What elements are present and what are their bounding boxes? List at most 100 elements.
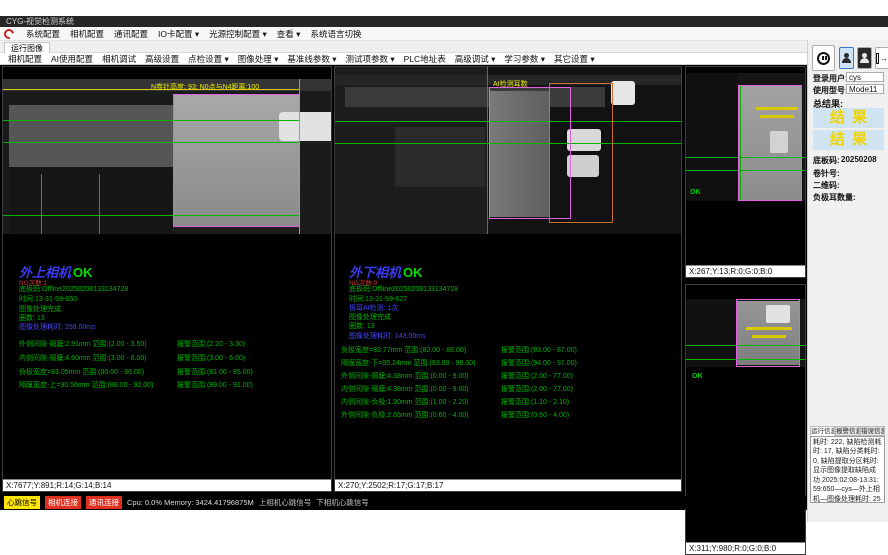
tool-learning-params[interactable]: 学习参数 ▾ [504, 53, 545, 65]
measurement-row: 外侧间隙-隔膜:4.38mm 范围:(0.00 - 9.00) 报警范围:(2.… [341, 371, 677, 381]
window-title: CYG-视觉检测系统 [6, 17, 74, 26]
user-login-button[interactable] [839, 47, 854, 69]
info-line: 圈数: 13 [349, 321, 375, 331]
menu-io-config[interactable]: IO卡配置 ▾ [158, 28, 199, 40]
middle-camera-image[interactable]: AI检测耳数 [335, 67, 681, 234]
tool-other-settings[interactable]: 其它设置 ▾ [554, 53, 595, 65]
log-tabs: 运行信息 报警信息 错误信息 [810, 426, 887, 436]
alarm-range: 报警范围:(3.00 - 6.00) [177, 353, 245, 363]
alarm-range: 报警范围:(89.00 - 91.00) [177, 380, 253, 390]
machine-body [686, 73, 738, 201]
roi-rect-orange [549, 83, 613, 223]
small-bottom-camera-view: OK X:311;Y:980;R:0;G:0;B:0 [685, 284, 806, 555]
tab-strip: 运行图像 [0, 41, 888, 53]
pause-icon [817, 52, 830, 65]
toolbar: 相机配置 AI使用配置 相机调试 高级设置 点检设置 ▾ 图像处理 ▾ 基准线参… [0, 53, 888, 65]
exit-button[interactable]: → [875, 47, 888, 69]
edge-line-vertical [487, 67, 488, 234]
log-tab-run[interactable]: 运行信息 [810, 426, 835, 436]
cyan-reference-line [299, 79, 300, 234]
tool-image-processing[interactable]: 图像处理 ▾ [238, 53, 279, 65]
small-top-camera-view: OK X:267;Y:13;R:0;G:0;B:0 [685, 66, 806, 278]
status-ok-mini: OK [690, 189, 701, 196]
lower-camera-heartbeat: 下相机心跳信号 [316, 497, 369, 508]
login-user-value[interactable]: cys [846, 72, 884, 82]
measurement-row: 外侧间隙-隔膜:2.91mm 范围:(2.00 - 3.50) 报警范围:(2.… [19, 339, 319, 349]
alarm-range: 报警范围:(0.60 - 4.00) [501, 410, 569, 420]
menu-view[interactable]: 查看 ▾ [277, 28, 301, 40]
left-camera-image[interactable]: N卷针高度: 93; N0点与N4距离:100 [3, 79, 331, 234]
pixel-coordinates: X:270;Y:2502;R:17;G:17;B:17 [335, 479, 681, 491]
machine-body [686, 299, 736, 367]
bottom-plate-value: 20250208 [841, 155, 877, 164]
tool-advanced-settings[interactable]: 高级设置 [145, 53, 179, 65]
right-control-panel: → 登录用户: cys 使用型号: Mode11 总结果: 结果 结果 底板码:… [807, 40, 888, 522]
info-line: 图像处理耗时: 143.00ms [349, 331, 426, 341]
roi-rect-pink [736, 299, 800, 367]
user-switch-button[interactable] [857, 47, 872, 69]
image-annotation: N卷针高度: 93; N0点与N4距离:100 [151, 82, 259, 92]
machine-detail [395, 127, 485, 187]
tool-plc-table[interactable]: PLC地址表 [404, 53, 446, 65]
cpu-memory-status: Cpu: 0.0% Memory: 3424.41796875M [127, 498, 254, 507]
alarm-range: 报警范围:(2.20 - 3.30) [177, 339, 245, 349]
image-annotation: AI检测耳数 [493, 79, 528, 89]
user-icon [841, 50, 852, 66]
camera-connection-badge: 相机连接 [45, 496, 81, 509]
needle-number-label: 卷针号: [813, 168, 840, 179]
tool-spot-check[interactable]: 点检设置 ▾ [188, 53, 229, 65]
log-tab-error[interactable]: 错误信息 [860, 426, 885, 436]
edge-line-vertical [41, 174, 42, 234]
small-top-image[interactable]: OK [686, 73, 805, 201]
bottom-plate-label: 底板码: [813, 155, 840, 166]
alarm-range: 报警范围:(83.00 - 87.00) [501, 345, 577, 355]
measurement-row: 隔膜宽度-下=95.24mm 范围:(93.00 - 98.00) 报警范围:(… [341, 358, 677, 368]
tab-run-image[interactable]: 运行图像 [4, 42, 50, 53]
measurement-row: 内侧间隙-隔膜:4.38mm 范围:(0.00 - 9.00) 报警范围:(2.… [341, 384, 677, 394]
menu-language-switch[interactable]: 系统语言切换 [310, 28, 361, 40]
info-line: 底板码:Offline20250208133134728 [19, 284, 128, 294]
small-bottom-image[interactable] [686, 299, 805, 367]
menu-comm-config[interactable]: 通讯配置 [114, 28, 148, 40]
measurement-row: 内侧间隙-隔膜:4.60mm 范围:(3.00 - 6.00) 报警范围:(3.… [19, 353, 319, 363]
upper-camera-heartbeat: 上相机心跳信号 [259, 497, 312, 508]
login-user-label: 登录用户: [813, 73, 848, 84]
tool-ai-config[interactable]: AI使用配置 [51, 53, 93, 65]
comm-connection-badge: 通讯连接 [86, 496, 122, 509]
alarm-range: 报警范围:(2.00 - 77.00) [501, 371, 573, 381]
measurement-row: 负极宽度=83.77mm 范围:(82.00 - 88.00) 报警范围:(83… [341, 345, 677, 355]
menu-light-config[interactable]: 光源控制配置 ▾ [209, 28, 267, 40]
qrcode-label: 二维码: [813, 180, 840, 191]
edge-line-vertical [99, 174, 100, 234]
exit-arrow-icon: → [880, 54, 888, 63]
tool-camera-config[interactable]: 相机配置 [8, 53, 42, 65]
result-box-upper: 结果 [813, 108, 884, 128]
menu-camera-config[interactable]: 相机配置 [70, 28, 104, 40]
pixel-coordinates: X:267;Y:13;R:0;G:0;B:0 [686, 265, 805, 277]
pause-button[interactable] [812, 45, 835, 71]
log-tab-alarm[interactable]: 报警信息 [835, 426, 860, 436]
anode-tab-count-label: 负极耳数量: [813, 192, 856, 203]
alarm-range: 报警范围:(1.10 - 2.10) [501, 397, 569, 407]
menu-system-config[interactable]: 系统配置 [26, 28, 60, 40]
menu-bar: 系统配置 相机配置 通讯配置 IO卡配置 ▾ 光源控制配置 ▾ 查看 ▾ 系统语… [0, 27, 888, 41]
model-value[interactable]: Mode11 [846, 84, 884, 94]
alarm-range: 报警范围:(94.00 - 97.00) [501, 358, 577, 368]
tool-baseline-params[interactable]: 基准线参数 ▾ [287, 53, 336, 65]
measurement-row: 负极宽度=83.05mm 范围:(80.00 - 86.00) 报警范围:(81… [19, 367, 319, 377]
middle-camera-view: AI检测耳数 外下相机OK NG次数:0 底板码:Offline20250208… [334, 66, 682, 492]
status-ok: OK [403, 265, 423, 280]
result-box-lower: 结果 [813, 130, 884, 150]
main-area: N卷针高度: 93; N0点与N4距离:100 外上相机OK NG次数:1 底板… [0, 65, 807, 510]
info-line: 时间:13-31-59-650 [19, 294, 77, 304]
app-logo-icon [2, 27, 16, 41]
status-ok-mini: OK [692, 373, 703, 380]
pixel-coordinates: X:7677;Y:891;R:14;G:14;B:14 [3, 479, 331, 491]
model-label: 使用型号: [813, 85, 848, 96]
info-line: 底板码:Offline20250208133134728 [349, 284, 458, 294]
tool-test-params[interactable]: 测试项参数 ▾ [346, 53, 395, 65]
log-output: 耗时: 222, 缺陷检测耗时: 17, 缺陷分类耗时: 0, 缺陷提取分区耗时… [810, 436, 885, 503]
pixel-coordinates: X:311;Y:980;R:0;G:0;B:0 [686, 542, 805, 554]
tool-camera-debug[interactable]: 相机调试 [102, 53, 136, 65]
tool-advanced-debug[interactable]: 高级调试 ▾ [455, 53, 496, 65]
